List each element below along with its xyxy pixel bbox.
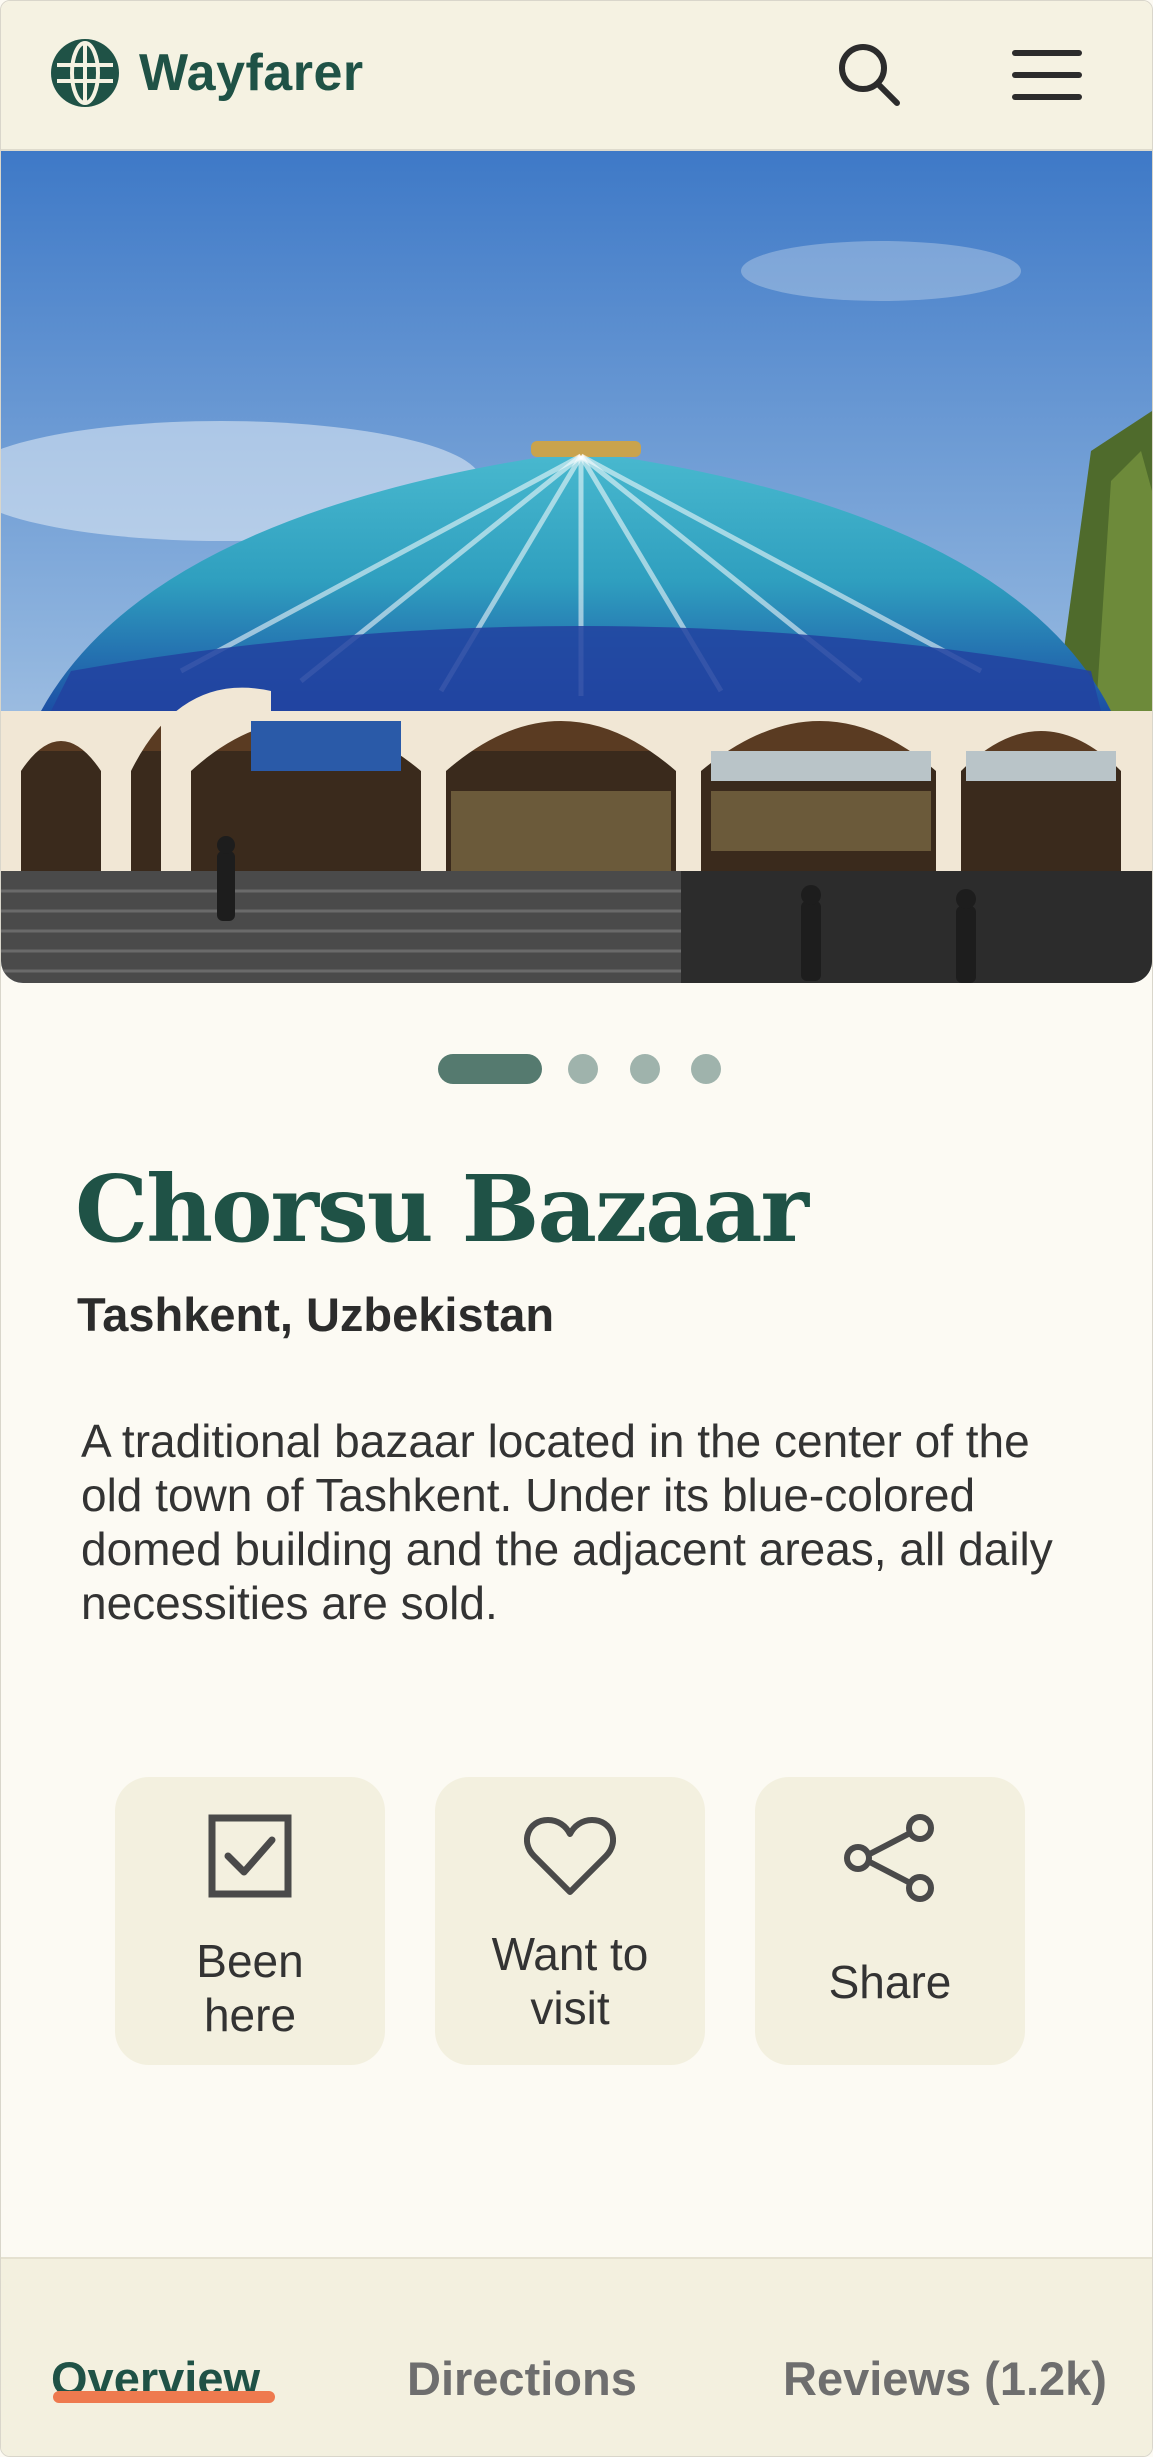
been-here-button[interactable]: Been here [115,1777,385,2065]
search-icon [839,44,900,106]
hamburger-menu-icon [1012,50,1082,100]
heart-icon [524,1817,616,1895]
carousel-dot-4[interactable] [691,1054,721,1084]
carousel-dot-1[interactable] [438,1054,542,1084]
been-here-label-line2: here [203,1989,297,2041]
tab-directions[interactable]: Directions [407,2351,637,2406]
place-description: A traditional bazaar located in the cent… [81,1415,1053,1629]
search-button[interactable] [833,39,905,111]
want-to-visit-label-line1: Want to [491,1928,649,1980]
active-tab-indicator [53,2391,275,2403]
carousel-indicator [1,1054,1152,1086]
share-label: Share [828,1956,952,2008]
share-button[interactable]: Share [755,1777,1025,2065]
carousel-dot-3[interactable] [630,1054,660,1084]
want-to-visit-label-line2: visit [530,1982,610,2034]
bottom-tab-bar: Overview Directions Reviews (1.2k) [1,2257,1152,2456]
carousel-dot-2[interactable] [568,1054,598,1084]
brand-logo[interactable]: Wayfarer [49,37,364,109]
checkbox-icon [208,1814,292,1898]
brand-name: Wayfarer [139,44,364,102]
been-here-label-line1: Been [196,1935,304,1987]
place-location: Tashkent, Uzbekistan [77,1288,555,1341]
app-frame: Wayfarer Chorsu Bazaar Tashkent, Uzbekis… [0,0,1153,2457]
want-to-visit-button[interactable]: Want to visit [435,1777,705,2065]
tab-reviews[interactable]: Reviews (1.2k) [783,2351,1107,2406]
share-icon [844,1814,934,1902]
bazaar-dome-photo [1,151,1152,983]
top-app-bar: Wayfarer [1,1,1152,151]
globe-icon [51,39,119,107]
hero-image[interactable] [1,151,1152,983]
place-title: Chorsu Bazaar [75,1155,809,1263]
menu-button[interactable] [1011,39,1083,111]
